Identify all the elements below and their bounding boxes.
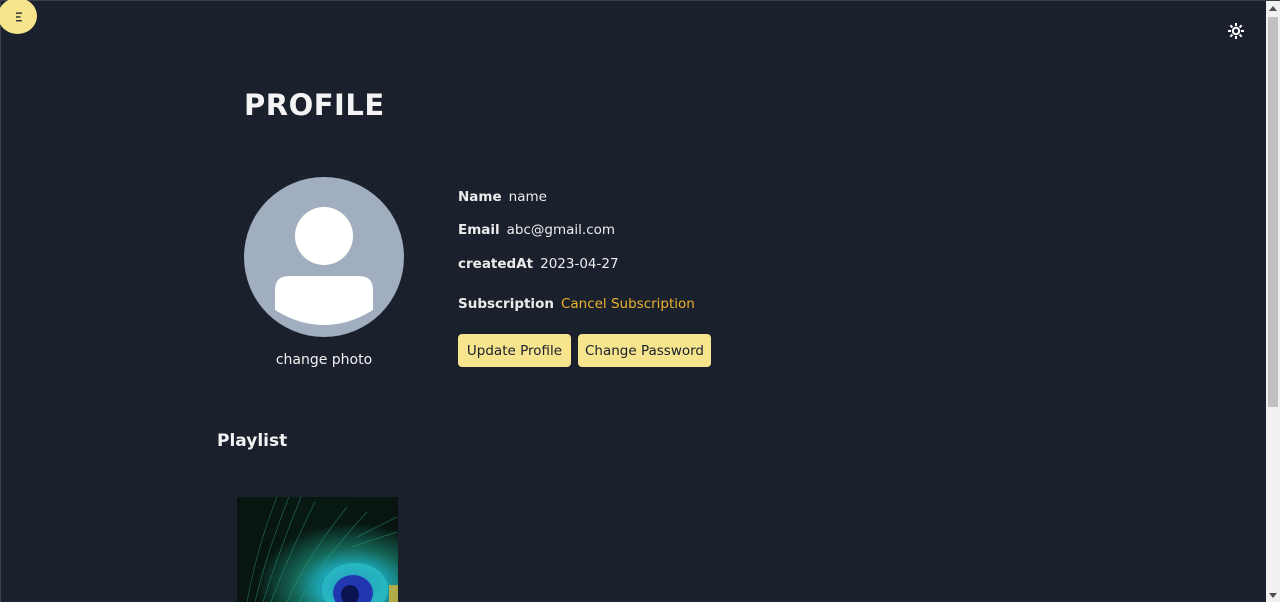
left-border — [0, 0, 1, 602]
avatar — [244, 177, 404, 337]
peacock-feather-image — [237, 497, 398, 602]
subscription-label: Subscription — [458, 296, 554, 312]
vertical-scrollbar[interactable] — [1266, 1, 1280, 602]
change-photo-link[interactable]: change photo — [262, 352, 386, 368]
email-row: Email abc@gmail.com — [458, 222, 615, 238]
page-title: PROFILE — [244, 88, 385, 122]
profile-page: PROFILE change photo Name name Email abc@g… — [0, 0, 1280, 602]
created-label: createdAt — [458, 256, 534, 272]
created-row: createdAt 2023-04-27 — [458, 256, 619, 272]
email-label: Email — [458, 222, 500, 238]
scroll-down-arrow-icon[interactable] — [1266, 588, 1280, 602]
change-password-button[interactable]: Change Password — [578, 334, 711, 367]
created-value: 2023-04-27 — [540, 256, 619, 272]
name-row: Name name — [458, 189, 547, 205]
name-value: name — [508, 189, 547, 205]
email-value: abc@gmail.com — [506, 222, 616, 238]
theme-toggle-button[interactable] — [1226, 21, 1246, 41]
scrollbar-thumb[interactable] — [1268, 17, 1278, 407]
user-avatar-icon — [275, 207, 373, 325]
menu-icon — [15, 12, 22, 22]
playlist-heading: Playlist — [217, 431, 288, 451]
menu-button[interactable] — [0, 0, 37, 34]
playlist-item-thumbnail[interactable] — [237, 497, 398, 602]
subscription-row: Subscription Cancel Subscription — [458, 296, 695, 312]
top-border — [0, 0, 1280, 1]
update-profile-button[interactable]: Update Profile — [458, 334, 571, 367]
sun-icon — [1228, 23, 1244, 39]
name-label: Name — [458, 189, 502, 205]
scroll-up-arrow-icon[interactable] — [1266, 1, 1280, 15]
cancel-subscription-link[interactable]: Cancel Subscription — [561, 296, 695, 312]
